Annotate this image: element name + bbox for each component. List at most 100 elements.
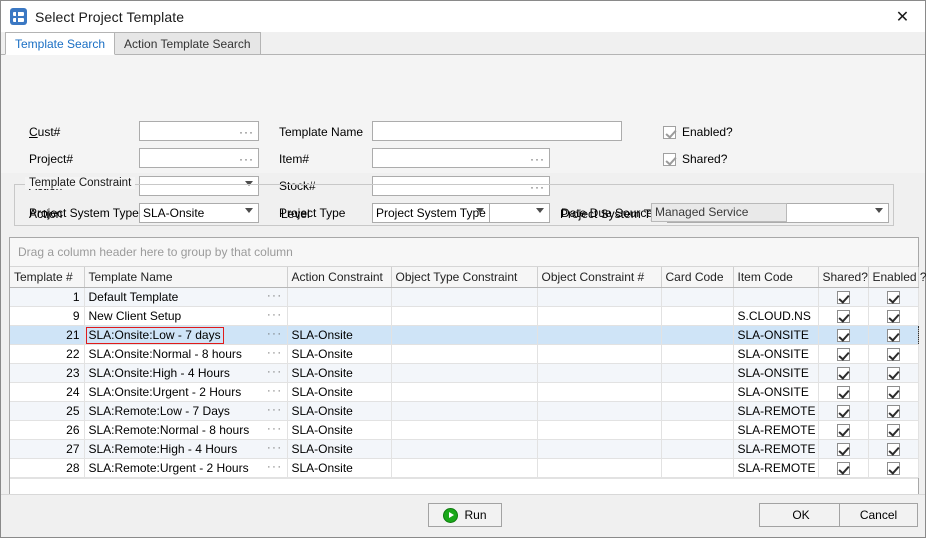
row-ellipsis-icon[interactable]: ··· (267, 404, 283, 416)
cell-shared-checkbox[interactable] (818, 383, 868, 402)
cell-shared-checkbox[interactable] (818, 307, 868, 326)
group-by-panel[interactable]: Drag a column header here to group by th… (10, 238, 918, 267)
cell-template-no: 24 (10, 383, 84, 402)
table-row[interactable]: 24SLA:Onsite:Urgent - 2 Hours···SLA-Onsi… (10, 383, 918, 402)
cust-number-input[interactable]: ··· (139, 121, 259, 141)
tab-template-search[interactable]: Template Search (5, 32, 115, 55)
table-row[interactable]: 28SLA:Remote:Urgent - 2 Hours···SLA-Onsi… (10, 459, 918, 478)
cell-shared-checkbox[interactable] (818, 402, 868, 421)
item-number-input[interactable]: ··· (372, 148, 550, 168)
checkmark-icon (837, 291, 850, 304)
checkmark-icon (887, 310, 900, 323)
cell-shared-checkbox[interactable] (818, 364, 868, 383)
cell-template-name[interactable]: New Client Setup··· (84, 307, 287, 326)
column-header-card-code[interactable]: Card Code (661, 267, 733, 288)
row-ellipsis-icon[interactable]: ··· (267, 328, 283, 340)
cancel-button[interactable]: Cancel (839, 503, 918, 527)
cell-enabled-checkbox[interactable] (868, 402, 918, 421)
row-ellipsis-icon[interactable]: ··· (267, 423, 283, 435)
cell-object-constraint-no (537, 345, 661, 364)
table-row[interactable]: 25SLA:Remote:Low - 7 Days···SLA-OnsiteSL… (10, 402, 918, 421)
cell-enabled-checkbox[interactable] (868, 288, 918, 307)
ok-button[interactable]: OK (759, 503, 843, 527)
cell-enabled-checkbox[interactable] (868, 440, 918, 459)
cell-template-name[interactable]: SLA:Remote:Low - 7 Days··· (84, 402, 287, 421)
cell-template-no: 1 (10, 288, 84, 307)
table-row[interactable]: 9New Client Setup···S.CLOUD.NS (10, 307, 918, 326)
cell-enabled-checkbox[interactable] (868, 345, 918, 364)
cell-template-name[interactable]: Default Template··· (84, 288, 287, 307)
cell-shared-checkbox[interactable] (818, 459, 868, 478)
row-ellipsis-icon[interactable]: ··· (267, 442, 283, 454)
column-header-enabled[interactable]: Enabled ? (868, 267, 918, 288)
cell-shared-checkbox[interactable] (818, 345, 868, 364)
cell-object-constraint-no (537, 364, 661, 383)
template-constraint-legend: Template Constraint (25, 177, 135, 189)
search-panel: Cust# Project# Action Project System Typ… (1, 55, 925, 173)
table-row[interactable]: 26SLA:Remote:Normal - 8 hours···SLA-Onsi… (10, 421, 918, 440)
constraint-action-label: Action (29, 207, 62, 221)
cell-template-name[interactable]: SLA:Onsite:Urgent - 2 Hours··· (84, 383, 287, 402)
checkmark-icon (837, 348, 850, 361)
cell-shared-checkbox[interactable] (818, 421, 868, 440)
checkmark-icon (887, 462, 900, 475)
cell-enabled-checkbox[interactable] (868, 307, 918, 326)
template-name-text: SLA:Remote:Urgent - 2 Hours (89, 461, 249, 475)
item-number-ellipsis-icon[interactable]: ··· (530, 150, 545, 168)
cell-enabled-checkbox[interactable] (868, 383, 918, 402)
cell-object-constraint-no (537, 326, 661, 345)
cell-template-name[interactable]: SLA:Onsite:Low - 7 days··· (84, 326, 287, 345)
cell-card-code (661, 421, 733, 440)
project-number-ellipsis-icon[interactable]: ··· (239, 150, 254, 168)
cust-number-ellipsis-icon[interactable]: ··· (239, 123, 254, 141)
cell-enabled-checkbox[interactable] (868, 459, 918, 478)
column-header-shared[interactable]: Shared? (818, 267, 868, 288)
run-button[interactable]: Run (428, 503, 502, 527)
table-row[interactable]: 23SLA:Onsite:High - 4 Hours···SLA-Onsite… (10, 364, 918, 383)
shared-checkbox[interactable]: Shared? (663, 152, 727, 166)
cell-template-name[interactable]: SLA:Onsite:Normal - 8 hours··· (84, 345, 287, 364)
checkmark-icon (837, 462, 850, 475)
cell-template-no: 22 (10, 345, 84, 364)
row-ellipsis-icon[interactable]: ··· (267, 366, 283, 378)
table-row[interactable]: 1Default Template··· (10, 288, 918, 307)
cell-object-type-constraint (391, 326, 537, 345)
template-name-input[interactable] (372, 121, 622, 141)
column-header-template-no[interactable]: Template # (10, 267, 84, 288)
checkmark-icon (837, 405, 850, 418)
close-icon[interactable]: ✕ (880, 1, 925, 32)
cell-enabled-checkbox[interactable] (868, 421, 918, 440)
table-row[interactable]: 21SLA:Onsite:Low - 7 days···SLA-OnsiteSL… (10, 326, 918, 345)
table-header-row: Template # Template Name Action Constrai… (10, 267, 918, 288)
cell-template-name[interactable]: SLA:Remote:High - 4 Hours··· (84, 440, 287, 459)
row-ellipsis-icon[interactable]: ··· (267, 347, 283, 359)
cell-template-name[interactable]: SLA:Remote:Normal - 8 hours··· (84, 421, 287, 440)
cell-object-type-constraint (391, 307, 537, 326)
constraint-level-select[interactable]: Project System Type (372, 203, 490, 223)
column-header-action-constraint[interactable]: Action Constraint (287, 267, 391, 288)
row-ellipsis-icon[interactable]: ··· (267, 385, 283, 397)
cell-shared-checkbox[interactable] (818, 440, 868, 459)
enabled-checkbox[interactable]: Enabled? (663, 125, 733, 139)
column-header-item-code[interactable]: Item Code (733, 267, 818, 288)
row-ellipsis-icon[interactable]: ··· (267, 309, 283, 321)
tab-action-template-search[interactable]: Action Template Search (114, 32, 261, 54)
cell-card-code (661, 440, 733, 459)
column-header-object-type-constraint[interactable]: Object Type Constraint (391, 267, 537, 288)
cell-template-name[interactable]: SLA:Onsite:High - 4 Hours··· (84, 364, 287, 383)
cell-enabled-checkbox[interactable] (868, 364, 918, 383)
row-ellipsis-icon[interactable]: ··· (267, 461, 283, 473)
column-header-template-name[interactable]: Template Name (84, 267, 287, 288)
row-ellipsis-icon[interactable]: ··· (267, 290, 283, 302)
cell-shared-checkbox[interactable] (818, 288, 868, 307)
cell-action-constraint: SLA-Onsite (287, 402, 391, 421)
project-number-input[interactable]: ··· (139, 148, 259, 168)
table-row[interactable]: 22SLA:Onsite:Normal - 8 hours···SLA-Onsi… (10, 345, 918, 364)
cell-action-constraint: SLA-Onsite (287, 383, 391, 402)
column-header-object-constraint-no[interactable]: Object Constraint # (537, 267, 661, 288)
cell-template-name[interactable]: SLA:Remote:Urgent - 2 Hours ··· (84, 459, 287, 478)
table-row[interactable]: 27SLA:Remote:High - 4 Hours···SLA-Onsite… (10, 440, 918, 459)
cell-enabled-checkbox[interactable] (868, 326, 918, 345)
constraint-action-select[interactable]: SLA-Onsite (139, 203, 259, 223)
cell-shared-checkbox[interactable] (818, 326, 868, 345)
